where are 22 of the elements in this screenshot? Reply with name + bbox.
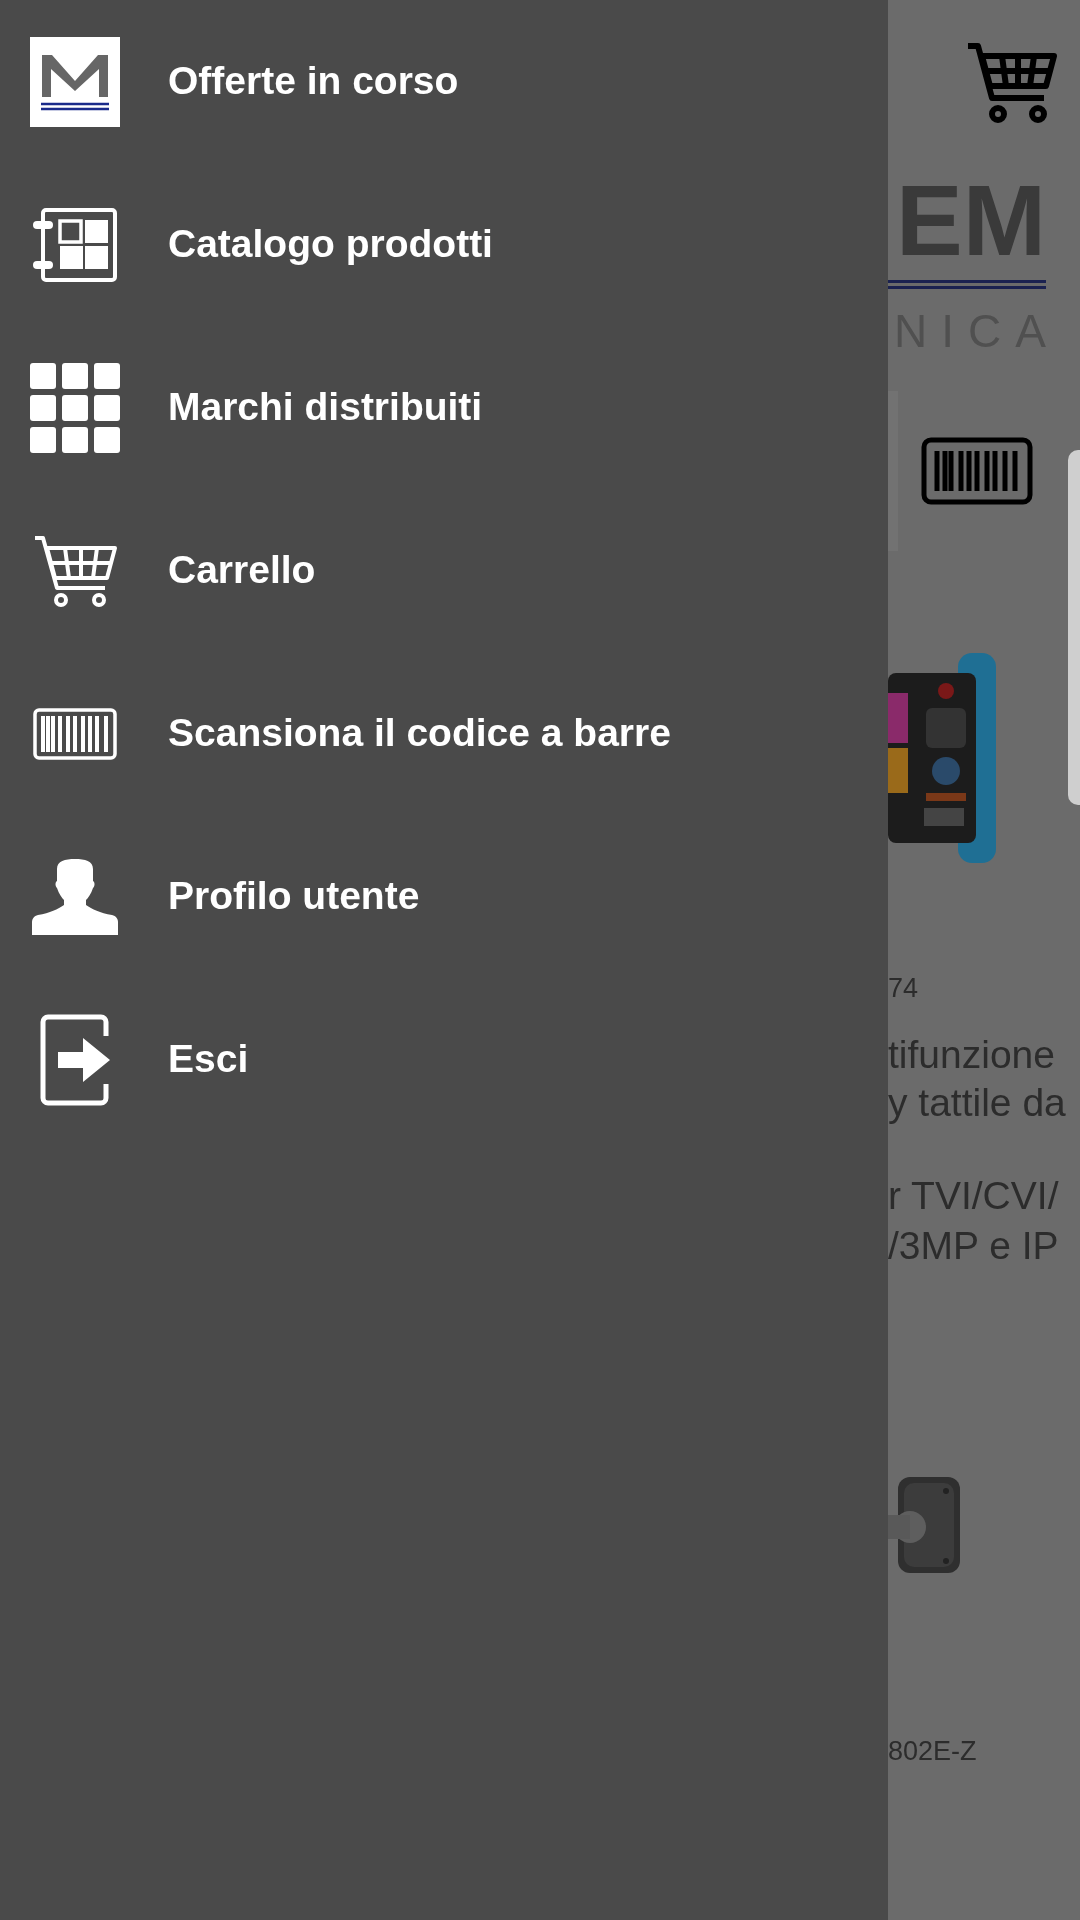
user-icon [32, 858, 118, 935]
menu-item[interactable]: Profilo utente [0, 815, 888, 978]
menu-item[interactable]: Catalogo prodotti [0, 163, 888, 326]
exit-icon [38, 1013, 112, 1106]
catalog-icon [33, 207, 117, 282]
cart-icon[interactable] [966, 42, 1058, 124]
menu-item[interactable]: Scansiona il codice a barre [0, 652, 888, 815]
product-title: y tattile da [888, 1079, 1067, 1126]
logo-icon [30, 36, 120, 127]
menu-item[interactable]: Offerte in corso [0, 0, 888, 163]
menu-item[interactable]: Esci [0, 978, 888, 1141]
product-code: 74 [888, 972, 920, 1005]
cart-icon [33, 533, 117, 608]
product-title: tifunzione [888, 1031, 1056, 1078]
product-code: 802E-Z [888, 1734, 978, 1768]
product-subtitle: r TVI/CVI/ [888, 1172, 1060, 1219]
barcode-icon [33, 707, 117, 760]
menu-item[interactable]: Carrello [0, 489, 888, 652]
product-subtitle: /3MP e IP [888, 1222, 1060, 1269]
barcode-icon[interactable] [921, 436, 1033, 505]
grid-icon [30, 362, 120, 453]
menu-item[interactable]: Marchi distribuiti [0, 326, 888, 489]
